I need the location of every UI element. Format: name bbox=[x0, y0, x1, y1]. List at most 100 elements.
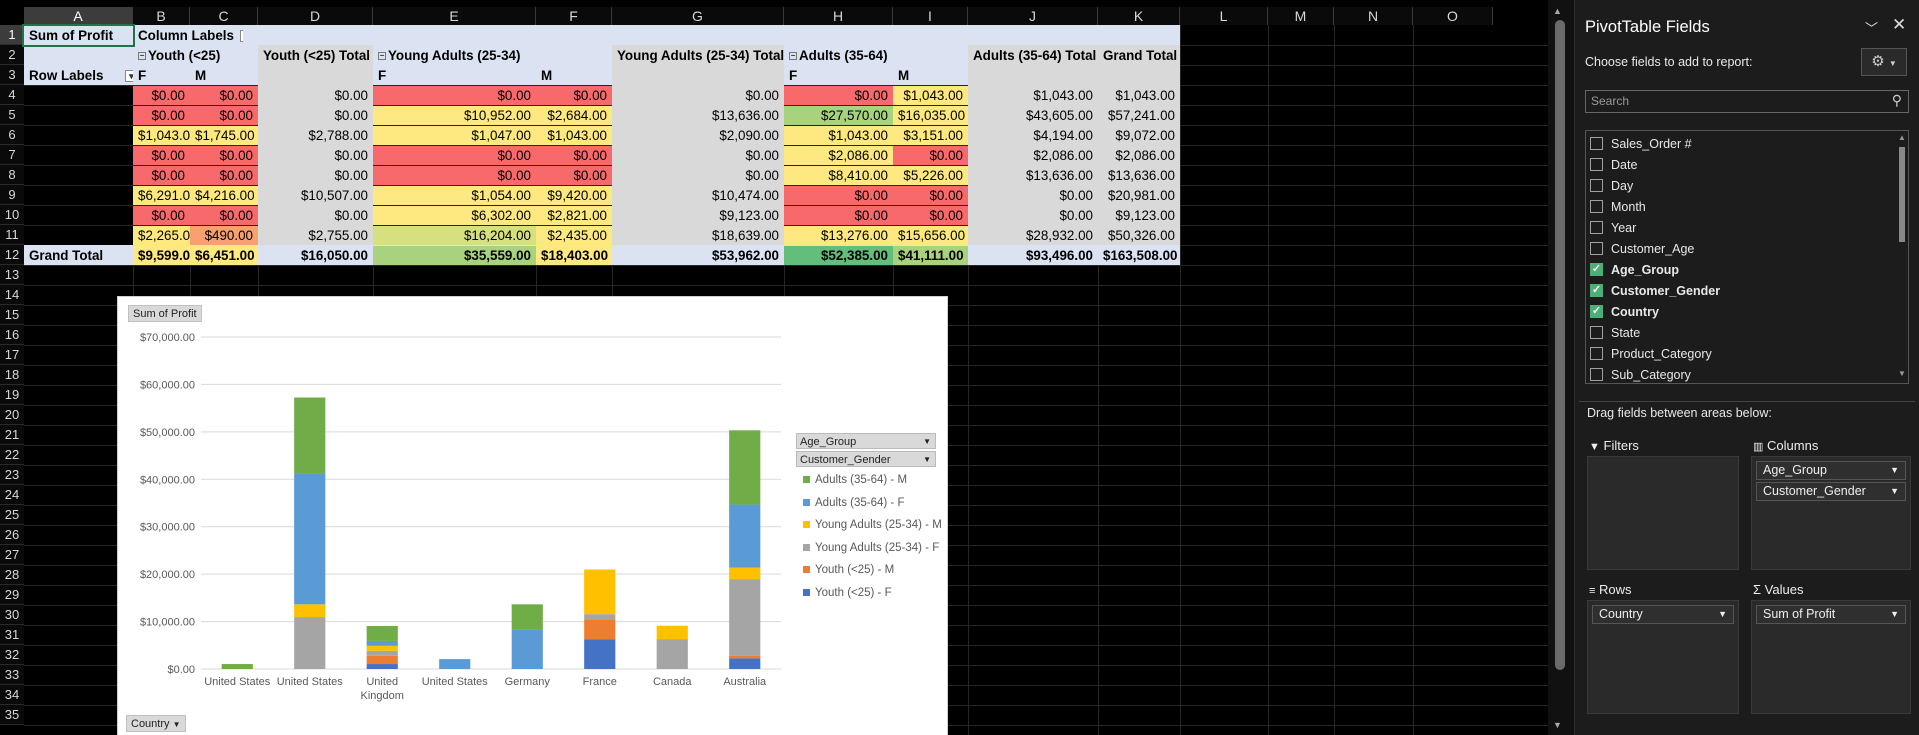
value-cell[interactable]: $27,570.00 bbox=[784, 106, 893, 125]
scroll-up-icon[interactable]: ▲ bbox=[1898, 133, 1906, 142]
value-cell[interactable]: $1,043.00 bbox=[968, 86, 1098, 105]
value-cell[interactable]: $1,043.00 bbox=[536, 126, 612, 145]
row-label-country[interactable]: Canada bbox=[24, 206, 133, 225]
column-header-a[interactable]: A bbox=[24, 7, 133, 25]
value-cell[interactable]: $57,241.00 bbox=[1098, 106, 1180, 125]
value-cell[interactable]: $2,435.00 bbox=[536, 226, 612, 245]
row-header-24[interactable]: 24 bbox=[0, 485, 24, 505]
chevron-down-icon[interactable]: ﹀ bbox=[1865, 18, 1878, 37]
dropdown-arrow-icon[interactable]: ▼ bbox=[1890, 462, 1899, 479]
filter-dropdown-icon[interactable]: ▾ bbox=[239, 30, 243, 43]
value-cell[interactable]: $2,684.00 bbox=[536, 106, 612, 125]
row-label-country[interactable]: Australia bbox=[24, 226, 133, 245]
row-header-9[interactable]: 9 bbox=[0, 185, 24, 205]
grand-total-label[interactable]: Grand Total bbox=[24, 246, 133, 265]
cell-a1-value-field[interactable]: Sum of Profit bbox=[22, 24, 135, 47]
axis-field-button-country[interactable]: Country ▼ bbox=[126, 715, 186, 732]
value-cell[interactable]: $4,216.00 bbox=[190, 186, 258, 205]
value-cell[interactable]: $6,291.00 bbox=[133, 186, 190, 205]
grand-total-value[interactable]: $41,111.00 bbox=[893, 246, 968, 265]
row-header-23[interactable]: 23 bbox=[0, 465, 24, 485]
legend-field-button-age-group[interactable]: Age_Group ▼ bbox=[796, 433, 936, 449]
value-cell[interactable]: $0.00 bbox=[190, 86, 258, 105]
checkbox-checked-icon[interactable]: ✓ bbox=[1590, 284, 1603, 298]
value-cell[interactable]: $1,043.00 bbox=[893, 86, 968, 105]
filters-area[interactable] bbox=[1587, 456, 1739, 570]
row-header-14[interactable]: 14 bbox=[0, 285, 24, 305]
value-cell[interactable]: $0.00 bbox=[190, 206, 258, 225]
checkbox-icon[interactable] bbox=[1590, 242, 1603, 256]
grand-total-value[interactable]: $6,451.00 bbox=[190, 246, 258, 265]
value-cell[interactable]: $0.00 bbox=[968, 206, 1098, 225]
value-cell[interactable]: $0.00 bbox=[612, 146, 784, 165]
scroll-down-icon[interactable]: ▼ bbox=[1898, 369, 1906, 378]
value-cell[interactable]: $0.00 bbox=[893, 146, 968, 165]
row-header-2[interactable]: 2 bbox=[0, 45, 24, 65]
row-header-29[interactable]: 29 bbox=[0, 585, 24, 605]
row-header-35[interactable]: 35 bbox=[0, 705, 24, 725]
vertical-scrollbar[interactable]: ▲ ▼ bbox=[1548, 0, 1574, 735]
value-cell[interactable]: $50,326.00 bbox=[1098, 226, 1180, 245]
row-label-country[interactable]: France bbox=[24, 186, 133, 205]
dropdown-arrow-icon[interactable]: ▼ bbox=[1890, 483, 1899, 500]
value-cell[interactable]: $0.00 bbox=[784, 86, 893, 105]
grand-total-value[interactable]: $16,050.00 bbox=[258, 246, 373, 265]
checkbox-icon[interactable] bbox=[1590, 368, 1603, 382]
row-header-11[interactable]: 11 bbox=[0, 225, 24, 245]
value-cell[interactable]: $1,054.00 bbox=[373, 186, 536, 205]
value-cell[interactable]: $0.00 bbox=[133, 166, 190, 185]
value-cell[interactable]: $9,123.00 bbox=[1098, 206, 1180, 225]
values-area[interactable]: Sum of Profit ▼ bbox=[1751, 600, 1911, 714]
value-cell[interactable]: $0.00 bbox=[133, 146, 190, 165]
field-year[interactable]: Year bbox=[1590, 218, 1636, 238]
column-header-d[interactable]: D bbox=[258, 7, 373, 25]
row-header-12[interactable]: 12 bbox=[0, 245, 24, 265]
value-cell[interactable]: $0.00 bbox=[258, 86, 373, 105]
value-cell[interactable]: $0.00 bbox=[373, 166, 536, 185]
row-header-22[interactable]: 22 bbox=[0, 445, 24, 465]
value-cell[interactable]: $0.00 bbox=[536, 146, 612, 165]
column-header-k[interactable]: K bbox=[1098, 7, 1180, 25]
value-cell[interactable]: $0.00 bbox=[612, 166, 784, 185]
value-cell[interactable]: $1,047.00 bbox=[373, 126, 536, 145]
field-date[interactable]: Date bbox=[1590, 155, 1637, 175]
gear-icon[interactable]: ⚙ ▼ bbox=[1861, 48, 1907, 76]
value-cell[interactable]: $9,123.00 bbox=[612, 206, 784, 225]
checkbox-icon[interactable] bbox=[1590, 326, 1603, 340]
checkbox-checked-icon[interactable]: ✓ bbox=[1590, 263, 1603, 277]
scrollbar-thumb[interactable] bbox=[1555, 20, 1565, 670]
row-header-33[interactable]: 33 bbox=[0, 665, 24, 685]
value-cell[interactable]: $2,265.00 bbox=[133, 226, 190, 245]
value-cell[interactable]: $1,043.00 bbox=[784, 126, 893, 145]
value-cell[interactable]: $0.00 bbox=[536, 86, 612, 105]
field-product-category[interactable]: Product_Category bbox=[1590, 344, 1712, 364]
value-cell[interactable]: $2,086.00 bbox=[1098, 146, 1180, 165]
column-header-l[interactable]: L bbox=[1180, 7, 1268, 25]
value-cell[interactable]: $0.00 bbox=[258, 166, 373, 185]
field-customer-gender[interactable]: ✓ Customer_Gender bbox=[1590, 281, 1720, 301]
value-cell[interactable]: $2,086.00 bbox=[968, 146, 1098, 165]
checkbox-icon[interactable] bbox=[1590, 158, 1603, 172]
field-day[interactable]: Day bbox=[1590, 176, 1633, 196]
row-header-17[interactable]: 17 bbox=[0, 345, 24, 365]
row-label-country[interactable]: Germany bbox=[24, 166, 133, 185]
row-header-27[interactable]: 27 bbox=[0, 545, 24, 565]
column-header-g[interactable]: G bbox=[612, 7, 784, 25]
grand-total-value[interactable]: $18,403.00 bbox=[536, 246, 612, 265]
checkbox-icon[interactable] bbox=[1590, 221, 1603, 235]
search-box[interactable]: Search ⚲ bbox=[1585, 90, 1909, 113]
close-icon[interactable]: ✕ bbox=[1892, 15, 1906, 35]
collapse-icon[interactable]: − bbox=[138, 52, 146, 61]
value-cell[interactable]: $8,410.00 bbox=[784, 166, 893, 185]
row-header-4[interactable]: 4 bbox=[0, 85, 24, 105]
field-list-scrollbar[interactable]: ▲ ▼ bbox=[1897, 133, 1907, 381]
column-header-b[interactable]: B bbox=[133, 7, 190, 25]
checkbox-icon[interactable] bbox=[1590, 179, 1603, 193]
row-header-7[interactable]: 7 bbox=[0, 145, 24, 165]
value-cell[interactable]: $0.00 bbox=[190, 106, 258, 125]
column-header-j[interactable]: J bbox=[968, 7, 1098, 25]
value-cell[interactable]: $10,507.00 bbox=[258, 186, 373, 205]
value-cell[interactable]: $3,151.00 bbox=[893, 126, 968, 145]
columns-field-age-group[interactable]: Age_Group ▼ bbox=[1756, 461, 1906, 480]
value-cell[interactable]: $5,226.00 bbox=[893, 166, 968, 185]
